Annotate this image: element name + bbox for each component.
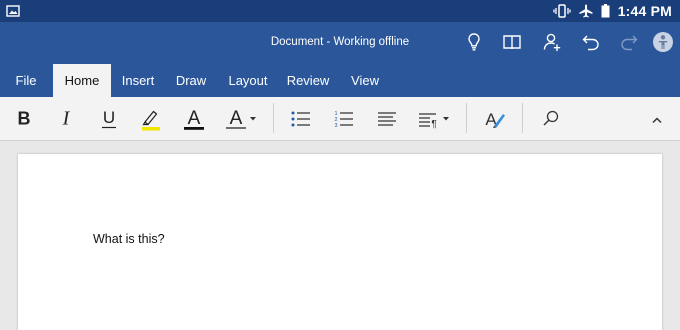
tab-file[interactable]: File <box>8 64 44 97</box>
paragraph-icon: ¶ <box>419 113 449 130</box>
document-title-wrap: Document - Working offline <box>0 36 680 48</box>
battery-icon <box>601 4 610 18</box>
highlight-button[interactable] <box>137 105 165 133</box>
svg-text:3: 3 <box>334 123 337 129</box>
text-color-dropdown[interactable]: A <box>223 105 261 133</box>
title-bar: Document - Working offline <box>0 22 680 64</box>
bold-glyph: B <box>18 109 31 129</box>
vibrate-icon <box>553 4 571 18</box>
document-text[interactable]: What is this? <box>93 232 165 246</box>
share-user-icon[interactable] <box>541 31 563 53</box>
clock: 1:44 PM <box>617 3 672 19</box>
highlight-icon <box>142 110 160 131</box>
underline-button[interactable]: U <box>95 105 123 133</box>
collapse-ribbon-button[interactable] <box>646 109 668 131</box>
numbering-icon: 1 2 3 <box>334 111 353 129</box>
text-color-glyph: A <box>230 108 243 129</box>
image-icon <box>6 5 20 17</box>
bullets-icon <box>291 111 310 127</box>
styles-button[interactable]: A <box>481 105 509 133</box>
align-icon <box>378 112 396 126</box>
styles-icon: A <box>485 110 505 129</box>
status-bar: 1:44 PM <box>0 0 680 22</box>
chevron-down-icon <box>443 117 449 121</box>
underline-glyph: U <box>103 108 115 127</box>
book-icon[interactable] <box>501 31 523 53</box>
italic-glyph: I <box>62 108 71 130</box>
font-color-glyph: A <box>188 108 201 129</box>
tab-draw[interactable]: Draw <box>171 64 211 97</box>
font-color-icon: A <box>184 108 204 130</box>
account-avatar-icon[interactable] <box>652 31 674 53</box>
tab-home[interactable]: Home <box>53 64 111 97</box>
lightbulb-icon[interactable] <box>463 31 485 53</box>
tab-review[interactable]: Review <box>283 64 333 97</box>
search-button[interactable] <box>537 105 565 133</box>
undo-icon[interactable] <box>580 31 602 53</box>
bold-icon: B <box>18 109 31 129</box>
bullets-button[interactable] <box>287 105 315 133</box>
search-icon <box>543 110 559 126</box>
font-color-button[interactable]: A <box>180 105 208 133</box>
numbering-button[interactable]: 1 2 3 <box>330 105 358 133</box>
align-button[interactable] <box>373 105 401 133</box>
italic-button[interactable]: I <box>52 105 80 133</box>
tab-insert[interactable]: Insert <box>117 64 159 97</box>
tab-layout[interactable]: Layout <box>223 64 273 97</box>
collapse-icon <box>652 117 662 124</box>
bold-button[interactable]: B <box>10 105 38 133</box>
airplane-icon <box>579 4 593 18</box>
svg-text:¶: ¶ <box>431 119 436 130</box>
underline-icon: U <box>102 108 116 129</box>
home-toolbar: B I U A A 1 2 3 ¶ A <box>0 97 680 141</box>
toolbar-separator <box>466 103 467 133</box>
document-canvas: What is this? <box>0 142 680 330</box>
text-color-icon: A <box>226 108 256 129</box>
document-title[interactable]: Document - Working offline <box>271 36 409 48</box>
italic-icon: I <box>62 108 71 130</box>
toolbar-separator <box>522 103 523 133</box>
toolbar-separator <box>273 103 274 133</box>
paragraph-dropdown[interactable]: ¶ <box>416 105 454 133</box>
tab-view[interactable]: View <box>345 64 385 97</box>
ribbon-tab-bar: File Home Insert Draw Layout Review View <box>0 64 680 97</box>
chevron-down-icon <box>250 117 256 121</box>
document-page[interactable]: What is this? <box>18 154 662 330</box>
redo-icon[interactable] <box>618 31 640 53</box>
